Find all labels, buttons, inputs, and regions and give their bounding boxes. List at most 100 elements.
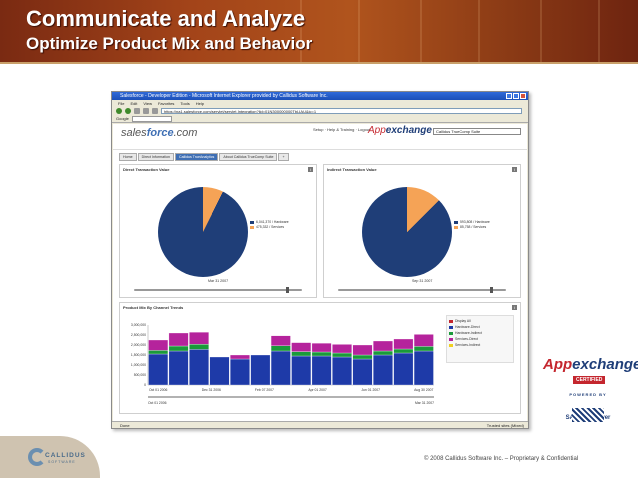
y-tick-label: 2,000,000 — [131, 343, 146, 347]
trend-title: Product Mix By Channel Trends — [123, 305, 184, 310]
salesforce-logo: salesforce.com — [121, 127, 198, 139]
callidus-wordmark: CALLIDUS — [45, 452, 86, 459]
x-tick-label: Dec 31 2006 — [202, 388, 221, 392]
range-end-label: Mar 31 2007 — [415, 401, 434, 405]
status-bar: Done Trusted sites (Mixed) — [112, 421, 528, 428]
app-select[interactable]: Callidus TrueComp Suite — [433, 128, 521, 135]
bar-segment — [230, 354, 250, 360]
bar-segment — [148, 353, 169, 386]
maximize-icon[interactable] — [513, 93, 519, 99]
legend-hardware: 6,041,370 / Hardware — [256, 220, 289, 224]
forward-icon[interactable] — [125, 108, 131, 114]
tab-bar: Home Direct Information Callidus TrueAna… — [113, 153, 289, 161]
bar-segment — [352, 354, 373, 360]
direct-date-label: Mar 31 2007 — [208, 279, 229, 283]
bar-segment — [311, 351, 332, 357]
legend-hardware: 593,808 / Hardware — [460, 220, 490, 224]
info-icon[interactable]: i — [512, 305, 517, 310]
bar-segment — [352, 344, 373, 356]
slider-handle[interactable] — [286, 287, 289, 293]
bar-segment — [270, 350, 291, 386]
slider-handle[interactable] — [490, 287, 493, 293]
minimize-icon[interactable] — [506, 93, 512, 99]
y-tick-label: 1,500,000 — [131, 353, 146, 357]
close-icon[interactable] — [520, 93, 526, 99]
tab-home[interactable]: Home — [119, 153, 137, 161]
status-zone: Trusted sites (Mixed) — [486, 423, 524, 428]
trend-panel: Product Mix By Channel Trends i 0 500,000… — [119, 302, 521, 414]
tab-add[interactable]: + — [278, 153, 289, 161]
salesforce-page: salesforce.com Setup · Help & Training ·… — [113, 124, 527, 422]
menu-tools[interactable]: Tools — [180, 100, 189, 107]
certified-badge: CERTIFIED — [573, 376, 606, 384]
y-tick-label: 1,000,000 — [131, 363, 146, 367]
bar-segment — [413, 346, 434, 352]
x-tick-label: Apr 01 2007 — [308, 388, 327, 392]
menu-view[interactable]: View — [143, 100, 152, 107]
menu-file[interactable]: File — [118, 100, 124, 107]
tab-about-callidus[interactable]: About Callidus TrueComp Suite — [219, 153, 278, 161]
y-tick-label: 0 — [144, 383, 146, 387]
trend-chart: 0 500,000 1,000,000 1,500,000 2,000,000 2,500… — [131, 323, 434, 405]
bar-segment — [209, 356, 230, 386]
google-label: Google — [116, 116, 129, 121]
y-tick-label: 3,000,000 — [131, 323, 146, 327]
legend-label: Services-Direct — [455, 337, 478, 341]
legend-label: Hardware-Direct — [455, 325, 480, 329]
header-links[interactable]: Setup · Help & Training · Logout — [313, 127, 370, 132]
tab-direct-information[interactable]: Direct Information — [137, 153, 174, 161]
legend-item[interactable]: Services-Indirect — [449, 342, 511, 348]
direct-date-slider[interactable] — [134, 287, 302, 293]
sap-grid-graphic — [572, 408, 604, 422]
indirect-date-slider[interactable] — [338, 287, 506, 293]
bar-segment — [373, 354, 393, 386]
menu-favorites[interactable]: Favorites — [158, 100, 174, 107]
info-icon[interactable]: i — [308, 167, 313, 172]
bar-segment — [148, 350, 169, 355]
bar-segment — [413, 350, 434, 386]
bar-segment — [311, 343, 332, 353]
legend-label: Display All — [455, 319, 471, 323]
trend-legend: Display All Hardware-Direct Hardware-Indir… — [446, 315, 514, 363]
bar-segment — [168, 350, 189, 386]
bar-segment — [332, 352, 352, 358]
info-icon[interactable]: i — [512, 167, 517, 172]
bar-segment — [352, 358, 373, 386]
direct-value-panel: Direct Transaction Value i 6,041,370 / H… — [119, 164, 317, 298]
appexchange-certified-logo: Appexchange CERTIFIED — [543, 356, 638, 384]
indirect-value-legend: 593,808 / Hardware 85,758 / Services — [454, 220, 490, 230]
bar-segment — [311, 355, 332, 386]
bar-segment — [189, 349, 209, 386]
bar-segment — [168, 345, 189, 352]
browser-title: Salesforce - Developer Edition - Microso… — [120, 93, 328, 99]
bar-segment — [373, 340, 393, 352]
bar-segment — [230, 358, 250, 386]
indirect-value-pie — [362, 187, 452, 277]
powered-by-label: POWERED BY — [569, 392, 607, 397]
legend-swatch — [449, 331, 453, 335]
sap-netweaver-logo: POWERED BY SAP NetWeaver — [558, 392, 618, 438]
bar-segment — [270, 335, 291, 346]
menu-help[interactable]: Help — [196, 100, 204, 107]
bar-segment — [413, 334, 434, 347]
tab-callidus-trueanalytics[interactable]: Callidus TrueAnalytics — [174, 153, 219, 161]
browser-screenshot: Salesforce - Developer Edition - Microso… — [111, 91, 529, 429]
bar-segment — [189, 332, 209, 345]
indirect-value-panel: Indirect Transaction Value i 593,808 / H… — [323, 164, 521, 298]
bar-segment — [291, 342, 312, 352]
home-icon[interactable] — [152, 108, 158, 114]
refresh-icon[interactable] — [143, 108, 149, 114]
banner-pattern — [540, 0, 600, 62]
stop-icon[interactable] — [134, 108, 140, 114]
slide-title: Communicate and Analyze — [26, 6, 306, 31]
bar-segment — [373, 350, 393, 356]
legend-swatch — [449, 337, 453, 341]
back-icon[interactable] — [116, 108, 122, 114]
menu-edit[interactable]: Edit — [130, 100, 137, 107]
address-bar[interactable]: https://na1.salesforce.com/servlet/servl… — [161, 108, 522, 114]
google-search-input[interactable] — [131, 115, 172, 122]
bar-segment — [393, 348, 414, 354]
browser-toolbar: https://na1.salesforce.com/servlet/servl… — [112, 107, 528, 115]
bar-segment — [291, 351, 312, 357]
legend-swatch — [449, 319, 453, 323]
